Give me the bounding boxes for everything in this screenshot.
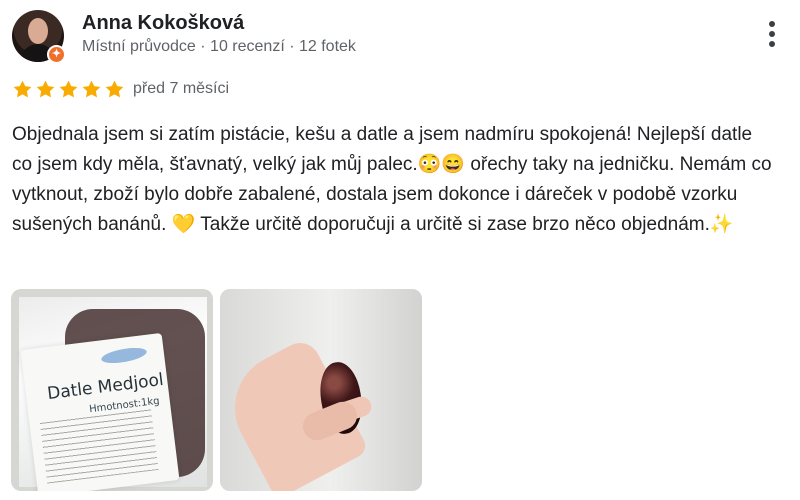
avatar-face [28,18,48,44]
reviewer-name[interactable]: Anna Kokošková [82,12,244,35]
review-text: Objednala jsem si zatím pistácie, kešu a… [12,124,772,235]
star-icon [13,80,32,97]
more-options-button[interactable] [758,18,786,52]
star-icon [82,80,101,97]
local-guide-badge-icon: ✦ [47,45,66,64]
more-dot-icon [769,41,775,47]
reviewer-meta: Místní průvodce · 10 recenzí · 12 fotek [82,38,356,55]
reviewer-avatar[interactable]: ✦ [12,10,66,64]
product-label-small-text [39,406,159,484]
review-photo-1[interactable]: Datle Medjool Hmotnost:1kg [11,289,213,491]
review-photo-2[interactable] [220,289,422,491]
star-icon [59,80,78,97]
review-date: před 7 měsíci [133,80,230,97]
more-dot-icon [769,31,775,37]
star-icon [105,80,124,97]
star-rating [12,76,127,102]
star-icon [36,80,55,97]
more-dot-icon [769,21,775,27]
